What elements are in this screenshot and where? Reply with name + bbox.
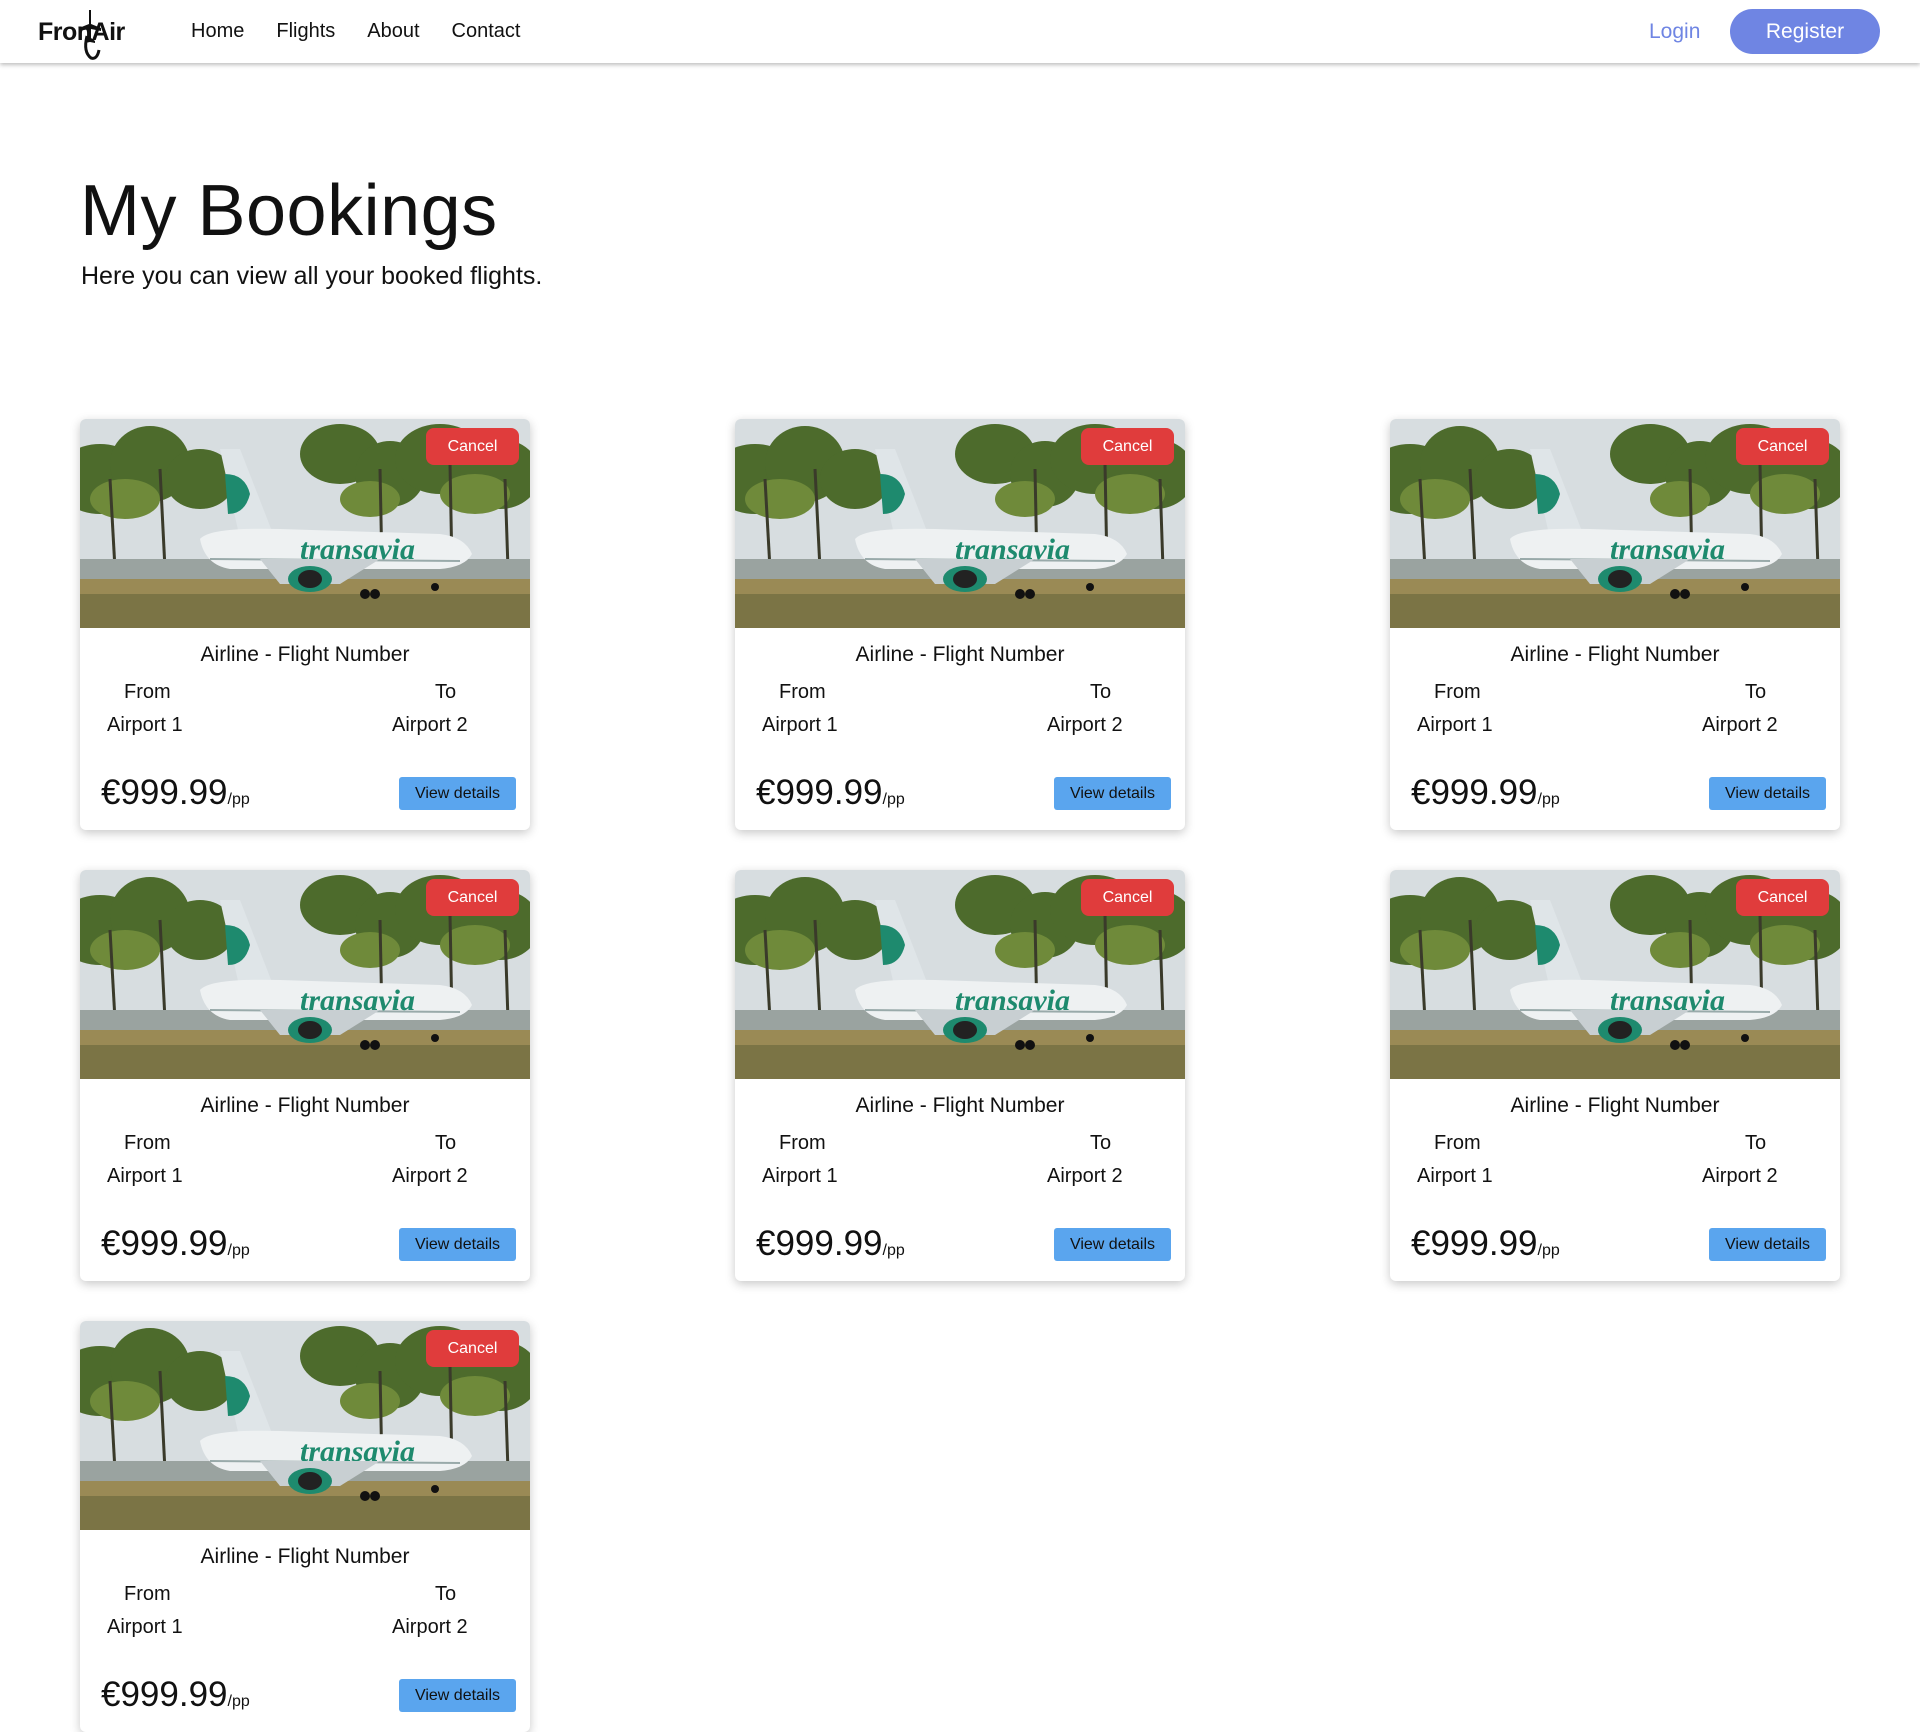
booking-card: Cancel Airline - Flight Number From To A…	[1390, 870, 1840, 1281]
price-value: €999.99	[1411, 1224, 1538, 1263]
price: €999.99/pp	[101, 773, 250, 813]
register-button[interactable]: Register	[1730, 9, 1880, 54]
price-value: €999.99	[101, 1675, 228, 1714]
price-value: €999.99	[101, 773, 228, 812]
from-label: From	[1434, 681, 1481, 703]
flight-title: Airline - Flight Number	[1510, 1094, 1720, 1117]
view-details-button[interactable]: View details	[1709, 777, 1826, 810]
airplane-logo-icon	[79, 10, 101, 60]
cancel-button[interactable]: Cancel	[426, 428, 519, 465]
page-title: My Bookings	[80, 171, 498, 251]
nav-about[interactable]: About	[367, 20, 419, 43]
to-label: To	[435, 1583, 457, 1605]
booking-card: Cancel Airline - Flight Number From To A…	[80, 419, 530, 830]
price-unit: /pp	[882, 1242, 905, 1259]
view-details-button[interactable]: View details	[1709, 1228, 1826, 1261]
price-unit: /pp	[1537, 791, 1560, 808]
flight-title: Airline - Flight Number	[1510, 643, 1720, 666]
to-label: To	[1745, 1132, 1767, 1154]
to-airport: Airport 2	[392, 1616, 468, 1638]
from-airport: Airport 1	[107, 1616, 183, 1638]
to-label: To	[1090, 681, 1112, 703]
cancel-button[interactable]: Cancel	[1736, 428, 1829, 465]
from-label: From	[779, 1132, 826, 1154]
price-unit: /pp	[882, 791, 905, 808]
to-label: To	[435, 681, 457, 703]
to-label: To	[1090, 1132, 1112, 1154]
booking-card: Cancel Airline - Flight Number From To A…	[735, 870, 1185, 1281]
from-airport: Airport 1	[107, 714, 183, 736]
to-label: To	[1745, 681, 1767, 703]
nav-home[interactable]: Home	[191, 20, 244, 43]
flight-title: Airline - Flight Number	[200, 1545, 410, 1568]
from-label: From	[124, 1132, 171, 1154]
to-label: To	[435, 1132, 457, 1154]
from-airport: Airport 1	[762, 1165, 838, 1187]
view-details-button[interactable]: View details	[399, 777, 516, 810]
price-unit: /pp	[227, 1693, 250, 1710]
price: €999.99/pp	[756, 1224, 905, 1264]
main-nav: Home Flights About Contact	[191, 20, 552, 43]
cancel-button[interactable]: Cancel	[426, 879, 519, 916]
from-airport: Airport 1	[1417, 714, 1493, 736]
nav-flights[interactable]: Flights	[276, 20, 335, 43]
flight-title: Airline - Flight Number	[200, 643, 410, 666]
price: €999.99/pp	[756, 773, 905, 813]
price-value: €999.99	[756, 1224, 883, 1263]
from-label: From	[124, 681, 171, 703]
booking-card: Cancel Airline - Flight Number From To A…	[80, 870, 530, 1281]
price-unit: /pp	[227, 1242, 250, 1259]
view-details-button[interactable]: View details	[399, 1679, 516, 1712]
from-label: From	[1434, 1132, 1481, 1154]
view-details-button[interactable]: View details	[1054, 777, 1171, 810]
from-label: From	[124, 1583, 171, 1605]
nav-contact[interactable]: Contact	[452, 20, 521, 43]
navbar: FronAir Home Flights About Contact Login…	[0, 0, 1920, 63]
brand-logo[interactable]: FronAir	[38, 8, 148, 60]
cancel-button[interactable]: Cancel	[1736, 879, 1829, 916]
flight-title: Airline - Flight Number	[855, 643, 1065, 666]
booking-card: Cancel Airline - Flight Number From To A…	[1390, 419, 1840, 830]
booking-card: Cancel Airline - Flight Number From To A…	[735, 419, 1185, 830]
booking-card: Cancel Airline - Flight Number From To A…	[80, 1321, 530, 1732]
login-link[interactable]: Login	[1649, 20, 1700, 44]
price-unit: /pp	[227, 791, 250, 808]
price: €999.99/pp	[101, 1224, 250, 1264]
flight-title: Airline - Flight Number	[855, 1094, 1065, 1117]
flight-title: Airline - Flight Number	[200, 1094, 410, 1117]
cancel-button[interactable]: Cancel	[1081, 428, 1174, 465]
price-value: €999.99	[756, 773, 883, 812]
price: €999.99/pp	[101, 1675, 250, 1715]
to-airport: Airport 2	[392, 1165, 468, 1187]
price: €999.99/pp	[1411, 1224, 1560, 1264]
page-subtitle: Here you can view all your booked flight…	[81, 262, 543, 290]
from-airport: Airport 1	[762, 714, 838, 736]
from-airport: Airport 1	[107, 1165, 183, 1187]
price: €999.99/pp	[1411, 773, 1560, 813]
to-airport: Airport 2	[1702, 1165, 1778, 1187]
to-airport: Airport 2	[392, 714, 468, 736]
to-airport: Airport 2	[1702, 714, 1778, 736]
cancel-button[interactable]: Cancel	[1081, 879, 1174, 916]
from-label: From	[779, 681, 826, 703]
price-value: €999.99	[101, 1224, 228, 1263]
to-airport: Airport 2	[1047, 714, 1123, 736]
view-details-button[interactable]: View details	[1054, 1228, 1171, 1261]
price-value: €999.99	[1411, 773, 1538, 812]
price-unit: /pp	[1537, 1242, 1560, 1259]
cancel-button[interactable]: Cancel	[426, 1330, 519, 1367]
view-details-button[interactable]: View details	[399, 1228, 516, 1261]
to-airport: Airport 2	[1047, 1165, 1123, 1187]
from-airport: Airport 1	[1417, 1165, 1493, 1187]
